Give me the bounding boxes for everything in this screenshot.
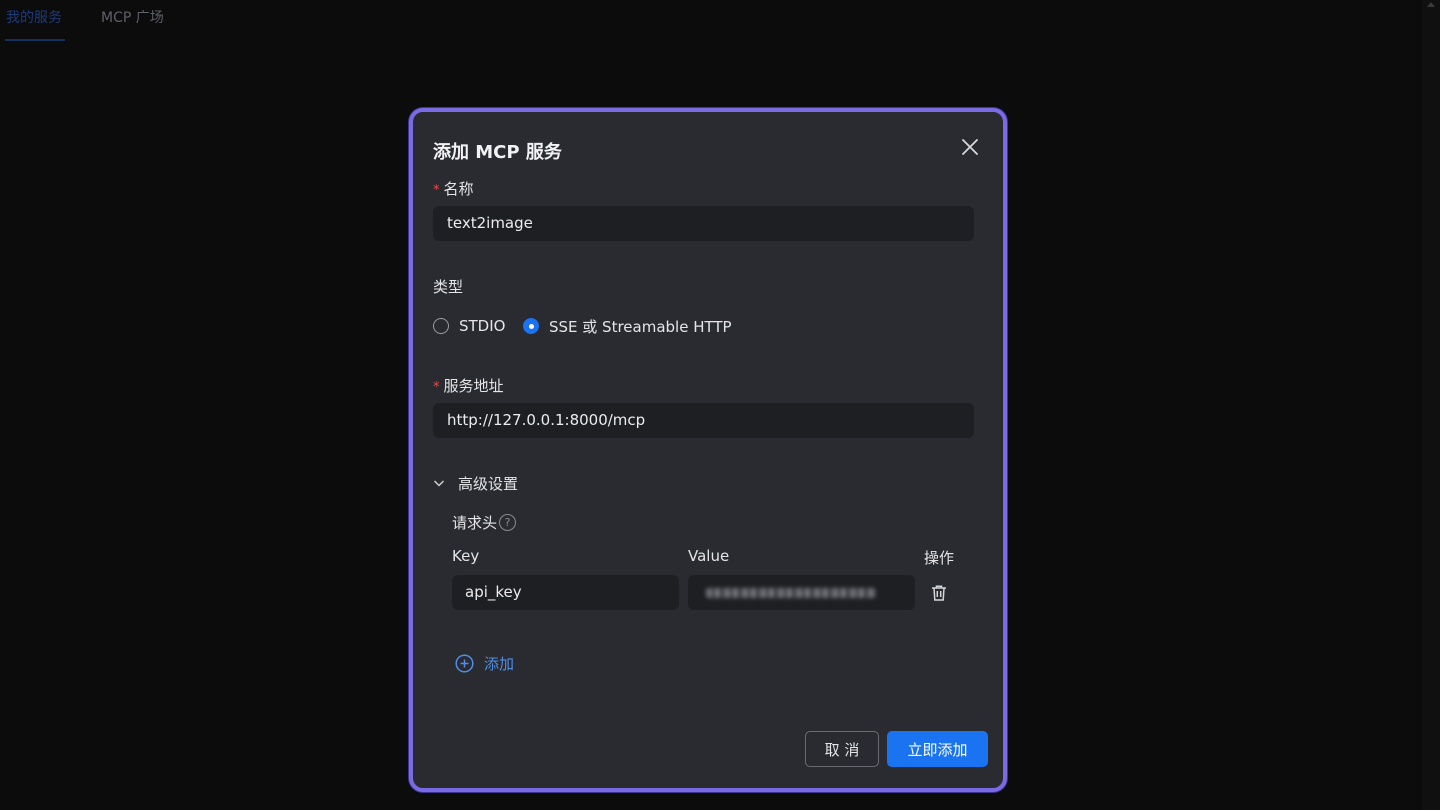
- column-action: 操作: [924, 549, 955, 567]
- add-now-button[interactable]: 立即添加: [887, 731, 988, 767]
- close-icon: [962, 139, 978, 155]
- name-input[interactable]: text2image: [433, 206, 974, 241]
- help-icon[interactable]: ?: [499, 514, 517, 531]
- request-headers-label: 请求头 ?: [452, 512, 517, 533]
- add-mcp-service-dialog: 添加 MCP 服务 * 名称 text2image 类型 STDIO SSE 或 …: [409, 108, 1007, 792]
- header-key-input[interactable]: api_key: [452, 575, 679, 610]
- radio-circle-icon: [433, 318, 449, 334]
- cancel-button[interactable]: 取 消: [805, 731, 879, 767]
- service-url-input[interactable]: http://127.0.0.1:8000/mcp: [433, 403, 974, 438]
- column-key: Key: [452, 547, 480, 565]
- scroll-up-icon[interactable]: [1427, 2, 1435, 7]
- page-scrollbar[interactable]: [1422, 0, 1440, 810]
- add-header-button[interactable]: 添加: [455, 653, 514, 674]
- required-mark: *: [433, 380, 440, 395]
- tab-mcp-market[interactable]: MCP 广场: [101, 7, 164, 27]
- dialog-title: 添加 MCP 服务: [433, 142, 562, 163]
- required-mark: *: [433, 183, 440, 198]
- add-circle-icon: [455, 654, 474, 673]
- close-button[interactable]: [959, 136, 981, 158]
- radio-sse-http[interactable]: SSE 或 Streamable HTTP: [523, 316, 732, 336]
- advanced-settings-toggle[interactable]: 高级设置: [433, 473, 518, 493]
- radio-checked-icon: [523, 318, 539, 334]
- trash-icon: [932, 585, 946, 601]
- tab-my-services[interactable]: 我的服务: [6, 7, 62, 27]
- name-label: * 名称: [433, 180, 474, 198]
- delete-header-button[interactable]: [930, 584, 948, 602]
- header-value-input[interactable]: [688, 575, 915, 610]
- radio-stdio[interactable]: STDIO: [433, 316, 505, 336]
- service-url-label: * 服务地址: [433, 377, 504, 395]
- type-label: 类型: [433, 278, 464, 296]
- column-value: Value: [688, 547, 730, 565]
- redacted-value: [706, 588, 876, 598]
- chevron-down-icon: [433, 480, 445, 487]
- top-tab-bar: 我的服务 MCP 广场: [0, 0, 1422, 42]
- active-tab-indicator: [5, 39, 65, 41]
